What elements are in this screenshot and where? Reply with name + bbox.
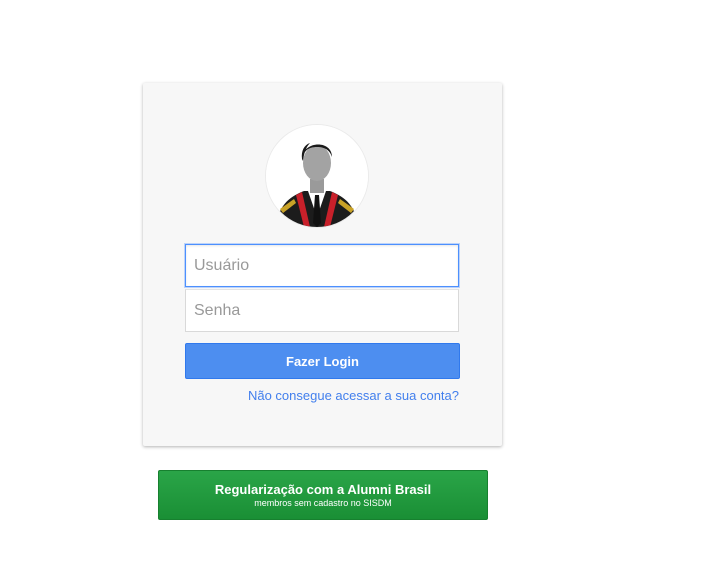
login-card: Fazer Login Não consegue acessar a sua c… xyxy=(143,83,502,446)
account-help-link[interactable]: Não consegue acessar a sua conta? xyxy=(248,388,459,403)
alumni-button-title: Regularização com a Alumni Brasil xyxy=(214,481,432,497)
login-button[interactable]: Fazer Login xyxy=(185,343,460,379)
alumni-button-subtitle: membros sem cadastro no SISDM xyxy=(254,497,392,508)
profile-avatar xyxy=(266,125,368,227)
alumni-registration-button[interactable]: Regularização com a Alumni Brasil membro… xyxy=(158,470,488,520)
password-input[interactable] xyxy=(185,289,459,332)
username-input[interactable] xyxy=(185,244,459,287)
profile-avatar-icon xyxy=(266,125,368,227)
login-button-label: Fazer Login xyxy=(286,353,359,369)
